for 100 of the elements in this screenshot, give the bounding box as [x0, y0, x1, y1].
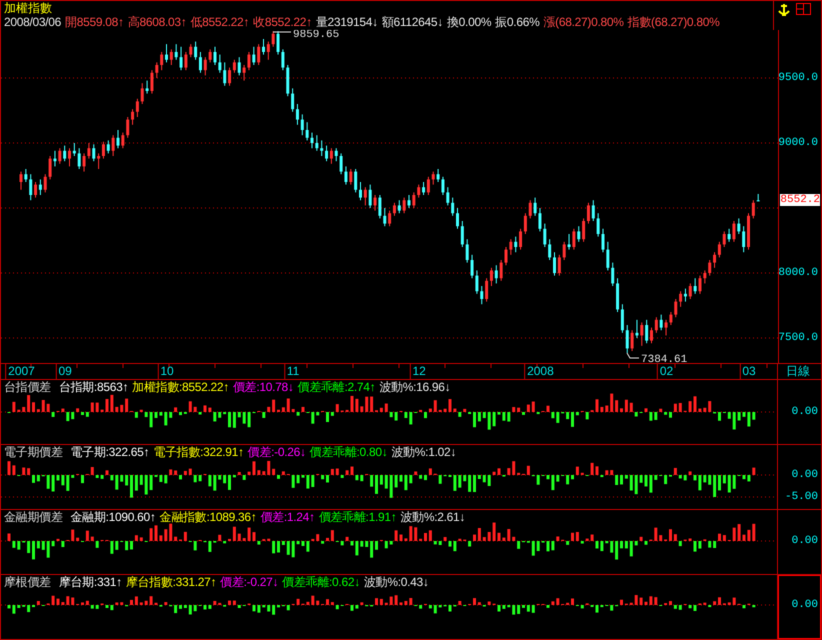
candle: [383, 208, 386, 227]
date-label: 11: [284, 364, 302, 379]
candle: [320, 140, 324, 156]
candle: [747, 212, 750, 250]
candle: [174, 44, 178, 60]
panel-title: 台指價差: [4, 380, 51, 394]
panel-title: 金融期價差: [4, 510, 63, 524]
axis-label: 0.00: [792, 406, 818, 418]
candle: [408, 194, 410, 208]
window-icon[interactable]: [796, 3, 812, 15]
candle: [238, 56, 241, 76]
quote-value: 收8552.22↑: [253, 15, 312, 29]
axis-panel[interactable]: 0.00: [778, 575, 821, 639]
panel-title: 摩根價差: [4, 575, 51, 589]
candle: [223, 62, 226, 86]
indicator-value: 波動%:1.02↓: [391, 445, 456, 459]
candle: [451, 197, 454, 216]
candle: [722, 230, 726, 248]
candle: [262, 38, 265, 56]
axis-panel[interactable]: 0.00: [778, 510, 821, 574]
indicator-value: 價差乖離:1.91↑: [318, 510, 396, 524]
candle: [494, 264, 498, 284]
candle: [650, 327, 653, 344]
indicator-value: 價差乖離:0.62↓: [282, 575, 360, 589]
candle: [272, 30, 275, 48]
indicator-value: 加權指數:8552.22↑: [132, 380, 229, 394]
candle: [558, 254, 561, 276]
candle: [349, 168, 352, 186]
candle: [456, 208, 459, 230]
candle: [300, 114, 304, 136]
indicator-value: 金融指數:1089.36↑: [160, 510, 256, 524]
leader-line: [626, 352, 640, 358]
quote-value: 量2319154↓: [316, 15, 378, 29]
candle: [674, 298, 678, 318]
candle: [654, 316, 658, 334]
candle: [553, 252, 556, 276]
candle: [543, 223, 546, 248]
candle: [446, 186, 450, 206]
candle: [257, 44, 260, 66]
candle: [480, 286, 484, 305]
axis-panel[interactable]: 0.00 -5.00: [778, 445, 821, 509]
price-tag: 8552.2: [780, 194, 820, 206]
candle: [698, 275, 702, 294]
candle: [592, 200, 595, 222]
candle: [310, 132, 314, 149]
date-label: 03: [739, 364, 758, 379]
candle: [315, 134, 318, 152]
candle: [306, 122, 309, 141]
candle: [354, 168, 358, 193]
low-label: 7384.61: [641, 354, 688, 363]
indicator-value: 波動%:2.61↓: [400, 510, 466, 524]
candle: [204, 56, 207, 76]
candle: [189, 44, 192, 58]
indicator-value: 電子期:322.65↑: [70, 445, 150, 459]
candle: [752, 200, 755, 219]
candle: [703, 270, 706, 284]
candle: [514, 236, 518, 253]
candle: [29, 174, 32, 201]
candle: [368, 184, 372, 208]
period-label[interactable]: 日線: [778, 364, 810, 378]
candle: [412, 192, 416, 208]
quote-value: 低8552.22↑: [190, 15, 250, 29]
high-label: 9859.65: [293, 30, 340, 41]
candle: [577, 226, 580, 242]
quote-value: 2008/03/06: [4, 15, 62, 29]
axis-panel[interactable]: 0.00: [778, 380, 821, 444]
candle: [218, 54, 222, 74]
axis-label: 9000.0: [778, 136, 818, 149]
quote-value: 指數(68.27)0.80%: [628, 15, 720, 29]
indicator-value: 金融期:1090.60↑: [70, 510, 156, 524]
candle: [364, 186, 367, 206]
candle: [596, 212, 600, 238]
candle: [737, 218, 740, 235]
quote-value: 高8608.03↑: [128, 15, 186, 29]
candle: [160, 51, 164, 71]
chart-title: 加權指數: [3, 1, 52, 15]
candle: [460, 220, 464, 248]
candle: [645, 319, 648, 344]
indicator-value: 價差乖離:0.80↓: [310, 445, 388, 459]
candle: [20, 171, 22, 190]
candle: [266, 41, 270, 60]
candle: [466, 238, 469, 264]
candle: [116, 130, 120, 149]
candle: [72, 142, 76, 156]
candle: [708, 260, 712, 276]
date-label: 12: [410, 364, 428, 379]
indicator-value: 價差乖離:2.74↑: [298, 380, 376, 394]
candle: [688, 282, 692, 300]
candle: [562, 241, 566, 261]
date-label: 10: [157, 364, 176, 379]
candle: [606, 241, 610, 271]
anchor-icon[interactable]: [778, 3, 790, 16]
indicator-value: 價差:-0.26↓: [248, 445, 306, 459]
candle: [640, 322, 644, 346]
candle: [92, 144, 96, 162]
candle: [500, 260, 503, 282]
indicator-value: 摩台期:331↑: [58, 575, 122, 589]
candle: [170, 48, 173, 66]
candle: [694, 278, 697, 294]
axis-label: 8000.0: [778, 267, 818, 280]
